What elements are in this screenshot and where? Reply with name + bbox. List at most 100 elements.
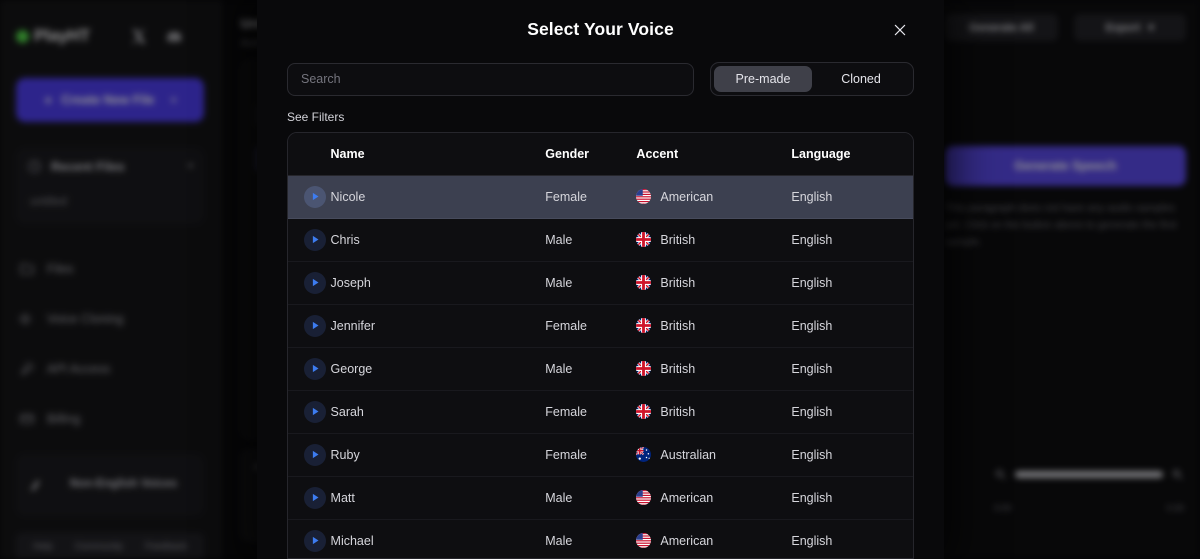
row-gender: Female [545,390,637,434]
row-language: English [791,347,913,391]
table-row[interactable]: Jennifer Female British English [288,304,913,348]
row-accent: British [636,390,792,434]
voice-table: Name Gender Accent Language Nicole Female… [288,133,913,558]
table-row[interactable]: Sarah Female British English [288,390,913,434]
row-gender: Male [545,261,637,305]
flag-us-icon [636,533,652,549]
flag-us-icon [636,189,652,204]
play-icon[interactable] [304,185,326,208]
row-name: George [330,347,546,391]
row-gender: Male [545,476,637,520]
row-name: Sarah [330,390,546,434]
row-accent: British [636,347,792,391]
play-icon[interactable] [304,443,326,466]
row-accent-label: British [660,232,696,247]
row-play-cell[interactable] [288,433,331,477]
row-play-cell[interactable] [288,390,331,434]
row-language: English [791,390,913,434]
table-row[interactable]: Joseph Male British English [288,261,913,305]
row-name: Jennifer [330,304,546,348]
row-play-cell[interactable] [288,175,331,219]
row-name: Matt [330,476,546,520]
voice-table-container: Name Gender Accent Language Nicole Female… [287,132,914,559]
play-icon[interactable] [304,486,326,509]
row-gender: Male [545,218,637,262]
row-language: English [791,533,833,548]
table-row[interactable]: Ruby Female Australian English [288,433,913,477]
row-language: English [791,218,913,262]
column-header-name[interactable]: Name [330,133,546,176]
row-name: Ruby [330,433,546,477]
row-language: English [791,476,913,520]
modal-controls: Pre-made Cloned [257,62,944,96]
row-accent-label: British [660,318,696,333]
row-play-cell[interactable] [288,304,331,348]
play-icon[interactable] [304,228,326,251]
row-accent: British [636,304,792,348]
row-accent-label: American [660,490,714,505]
row-play-cell[interactable] [288,347,331,391]
row-gender: Male [545,347,637,391]
play-icon[interactable] [304,400,326,423]
flag-au-icon [636,447,652,462]
row-accent-label: British [660,275,696,290]
row-name: Michael [330,533,374,548]
row-language: English [791,261,913,305]
row-language: English [791,175,913,219]
row-accent: British [636,218,792,262]
table-row[interactable]: Michael Male American English [288,519,913,558]
row-play-cell[interactable] [288,261,331,305]
row-play-cell[interactable] [288,476,331,520]
table-header-row: Name Gender Accent Language [288,133,913,176]
table-row[interactable]: George Male British English [288,347,913,391]
row-gender: Male [545,533,573,548]
flag-gb-icon [636,275,652,290]
voice-table-header: Name Gender Accent Language [288,133,913,176]
close-icon[interactable] [886,16,914,44]
tab-cloned[interactable]: Cloned [812,66,910,92]
row-accent: American [636,519,791,558]
row-language: English [791,433,913,477]
row-name: Chris [330,218,546,262]
play-icon[interactable] [304,357,326,380]
row-accent: British [636,261,792,305]
row-accent-label: British [660,404,696,419]
tab-pre-made[interactable]: Pre-made [714,66,812,92]
table-row[interactable]: Chris Male British English [288,218,913,262]
flag-gb-icon [636,361,652,376]
row-gender: Female [545,304,637,348]
flag-gb-icon [636,318,652,333]
search-input[interactable] [287,62,694,96]
column-header-language[interactable]: Language [791,133,913,176]
flag-gb-icon [636,404,652,419]
row-language: English [791,304,913,348]
select-voice-modal: Select Your Voice Pre-made Cloned See Fi… [257,0,944,559]
row-accent: Australian [636,433,792,477]
row-accent-label: Australian [660,447,717,462]
voice-table-body: Nicole Female American English Chris Male Brit… [288,175,913,558]
row-play-cell[interactable] [288,519,331,558]
column-header-play [288,133,331,176]
row-name: Nicole [330,175,546,219]
play-icon[interactable] [304,314,326,337]
row-accent: American [636,175,792,219]
play-icon[interactable] [304,271,326,294]
row-gender: Female [545,175,637,219]
row-accent-label: British [660,361,696,376]
row-name: Joseph [330,261,546,305]
app-root: PlayHT + Create New File ▾ Recent Files … [0,0,1200,559]
flag-us-icon [636,490,652,505]
row-play-cell[interactable] [288,218,331,262]
see-filters-link[interactable]: See Filters [257,96,944,132]
row-gender: Female [545,433,637,477]
table-row[interactable]: Nicole Female American English [288,175,913,219]
row-accent-label: American [660,533,714,548]
column-header-accent[interactable]: Accent [636,133,792,176]
column-header-gender[interactable]: Gender [545,133,637,176]
table-row[interactable]: Matt Male American English [288,476,913,520]
flag-gb-icon [636,232,652,247]
modal-title: Select Your Voice [527,19,674,39]
voice-type-toggle: Pre-made Cloned [710,62,914,96]
modal-header: Select Your Voice [257,0,944,62]
play-icon[interactable] [304,529,326,552]
